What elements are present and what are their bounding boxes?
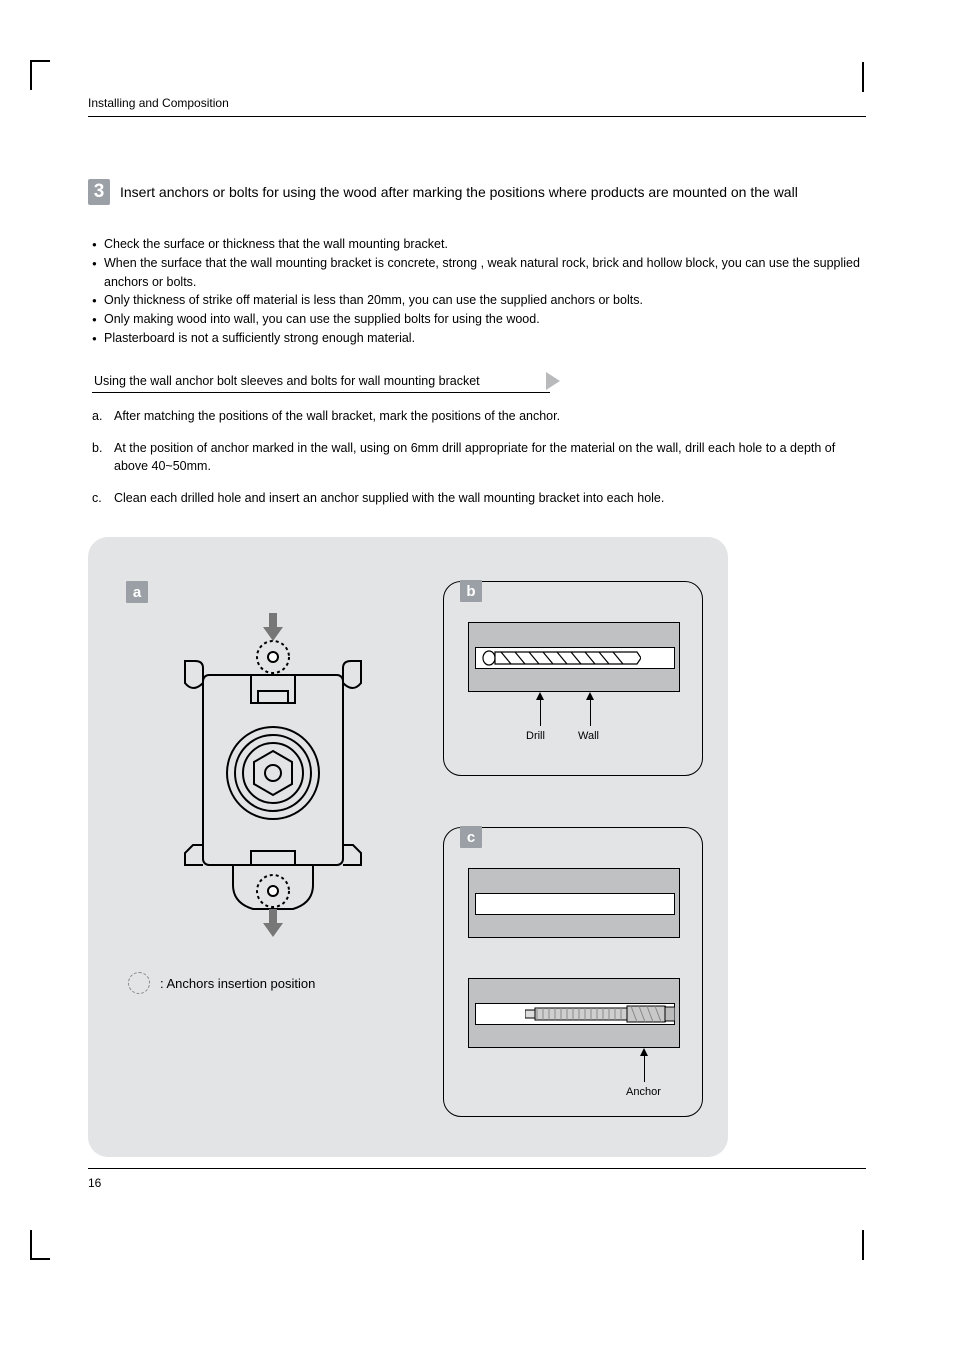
- letter-text: Clean each drilled hole and insert an an…: [114, 489, 866, 507]
- figure-c-badge: c: [460, 826, 482, 848]
- step-number-badge: 3: [88, 179, 110, 205]
- letter-label: a.: [92, 407, 114, 425]
- arrow-right-icon: [546, 372, 560, 390]
- letter-label: c.: [92, 489, 114, 507]
- crop-mark-top-left: [30, 60, 50, 90]
- arrow-up-icon: [644, 1054, 645, 1082]
- letter-text: At the position of anchor marked in the …: [114, 439, 866, 475]
- bullet-item: Plasterboard is not a sufficiently stron…: [92, 329, 866, 348]
- bullet-item: Only making wood into wall, you can use …: [92, 310, 866, 329]
- wall-cross-section-icon: [468, 622, 680, 692]
- letter-label: b.: [92, 439, 114, 475]
- crop-mark-top-right: [862, 62, 864, 92]
- figure-a-badge: a: [126, 581, 148, 603]
- figure-a-legend: : Anchors insertion position: [128, 972, 315, 994]
- anchor-label: Anchor: [626, 1086, 661, 1098]
- bullet-item: Only thickness of strike off material is…: [92, 291, 866, 310]
- figure-b: b Drill Wall: [443, 581, 703, 776]
- arrow-up-icon: [540, 698, 541, 726]
- lettered-item: b. At the position of anchor marked in t…: [92, 439, 866, 475]
- anchor-bolt-icon: [525, 1005, 675, 1023]
- drill-label: Drill: [526, 730, 545, 742]
- page-content: Installing and Composition 3 Insert anch…: [88, 96, 866, 1157]
- lettered-list: a. After matching the positions of the w…: [92, 407, 866, 508]
- wall-label: Wall: [578, 730, 599, 742]
- wall-anchor-icon: [468, 978, 680, 1048]
- section-header: Installing and Composition: [88, 96, 866, 117]
- wall-hole-icon: [468, 868, 680, 938]
- lettered-item: c. Clean each drilled hole and insert an…: [92, 489, 866, 507]
- bullet-item: When the surface that the wall mounting …: [92, 254, 866, 292]
- bullet-item: Check the surface or thickness that the …: [92, 235, 866, 254]
- arrow-up-icon: [590, 698, 591, 726]
- footer-rule: [88, 1168, 866, 1169]
- figure-b-badge: b: [460, 580, 482, 602]
- step-title: Insert anchors or bolts for using the wo…: [120, 184, 798, 200]
- lettered-item: a. After matching the positions of the w…: [92, 407, 866, 425]
- legend-text: : Anchors insertion position: [160, 976, 315, 991]
- anchor-position-icon: [128, 972, 150, 994]
- figure-a: a: [118, 581, 428, 953]
- page-number: 16: [88, 1176, 101, 1190]
- bullet-list: Check the surface or thickness that the …: [92, 235, 866, 348]
- crop-mark-bottom-left: [30, 1230, 50, 1260]
- subheading-text: Using the wall anchor bolt sleeves and b…: [92, 372, 550, 393]
- crop-mark-bottom-right: [862, 1230, 864, 1260]
- step-heading: 3 Insert anchors or bolts for using the …: [88, 179, 866, 205]
- letter-text: After matching the positions of the wall…: [114, 407, 866, 425]
- figure-c: c Anchor: [443, 827, 703, 1117]
- subheading: Using the wall anchor bolt sleeves and b…: [92, 372, 866, 393]
- drill-bit-icon: [481, 649, 641, 667]
- illustration-panel: a: [88, 537, 728, 1157]
- bracket-diagram-icon: [173, 613, 373, 953]
